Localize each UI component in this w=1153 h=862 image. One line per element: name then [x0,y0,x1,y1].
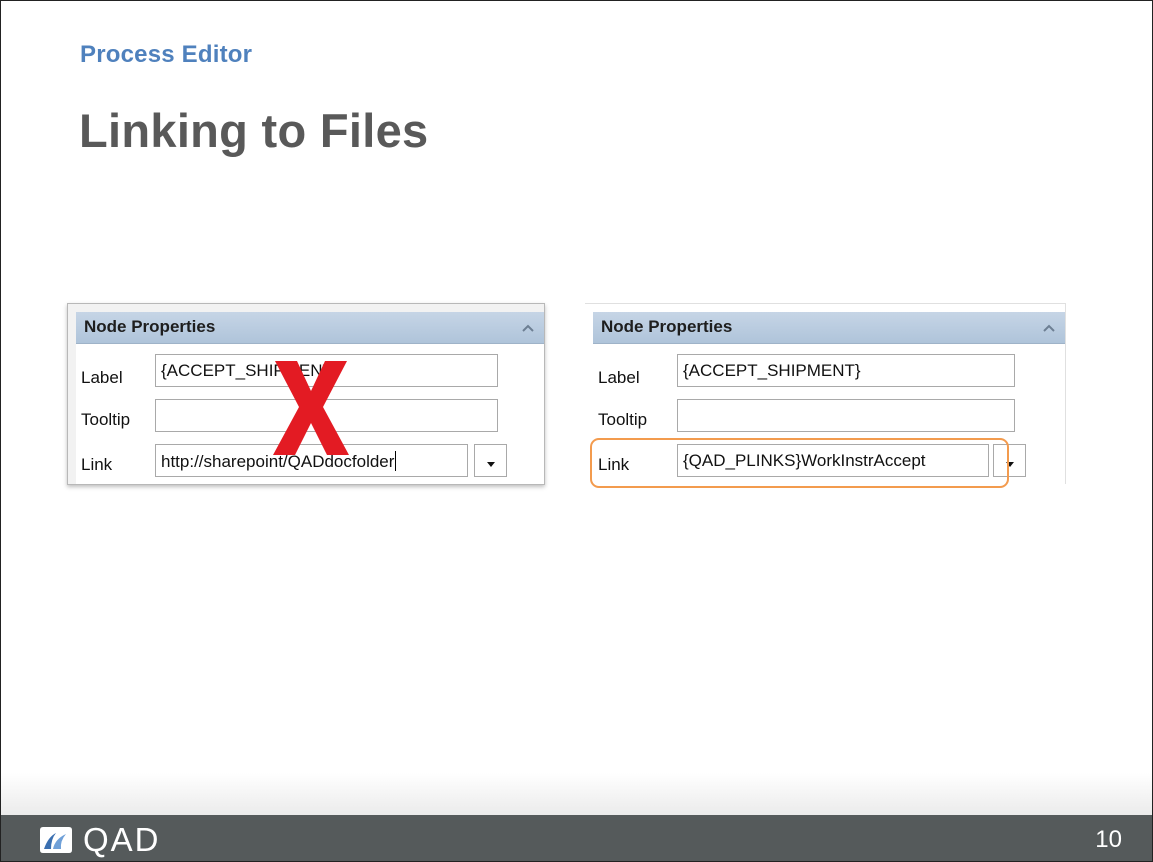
footer-fade [1,773,1152,815]
red-x-mark-icon [273,361,349,455]
chevron-up-icon[interactable] [520,320,536,336]
label-caption: Label [598,368,640,387]
link-caption: Link [81,455,113,474]
panel-header-label: Node Properties [601,317,733,336]
panel-header-label: Node Properties [84,317,216,336]
footer-bar: QAD 10 [1,815,1152,861]
link-dropdown-button[interactable] [474,444,507,477]
section-title: Process Editor [80,41,253,68]
tooltip-field[interactable] [677,399,1015,432]
dropdown-arrow-icon [486,462,495,467]
slide-title: Linking to Files [79,104,429,157]
text-cursor [395,451,397,471]
slide: Process Editor Linking to Files Node Pro… [0,0,1153,862]
label-field[interactable]: {ACCEPT_SHIPMENT} [677,354,1015,387]
panel-header[interactable]: Node Properties [76,312,544,344]
chevron-up-icon[interactable] [1041,320,1057,336]
qad-logo-icon [40,827,72,853]
link-highlight [590,438,1009,488]
page-number: 10 [1095,826,1122,853]
panel-header[interactable]: Node Properties [593,312,1065,344]
qad-logo-text: QAD [83,821,161,858]
tooltip-caption: Tooltip [598,410,648,429]
label-caption: Label [81,368,123,387]
tooltip-caption: Tooltip [81,410,131,429]
